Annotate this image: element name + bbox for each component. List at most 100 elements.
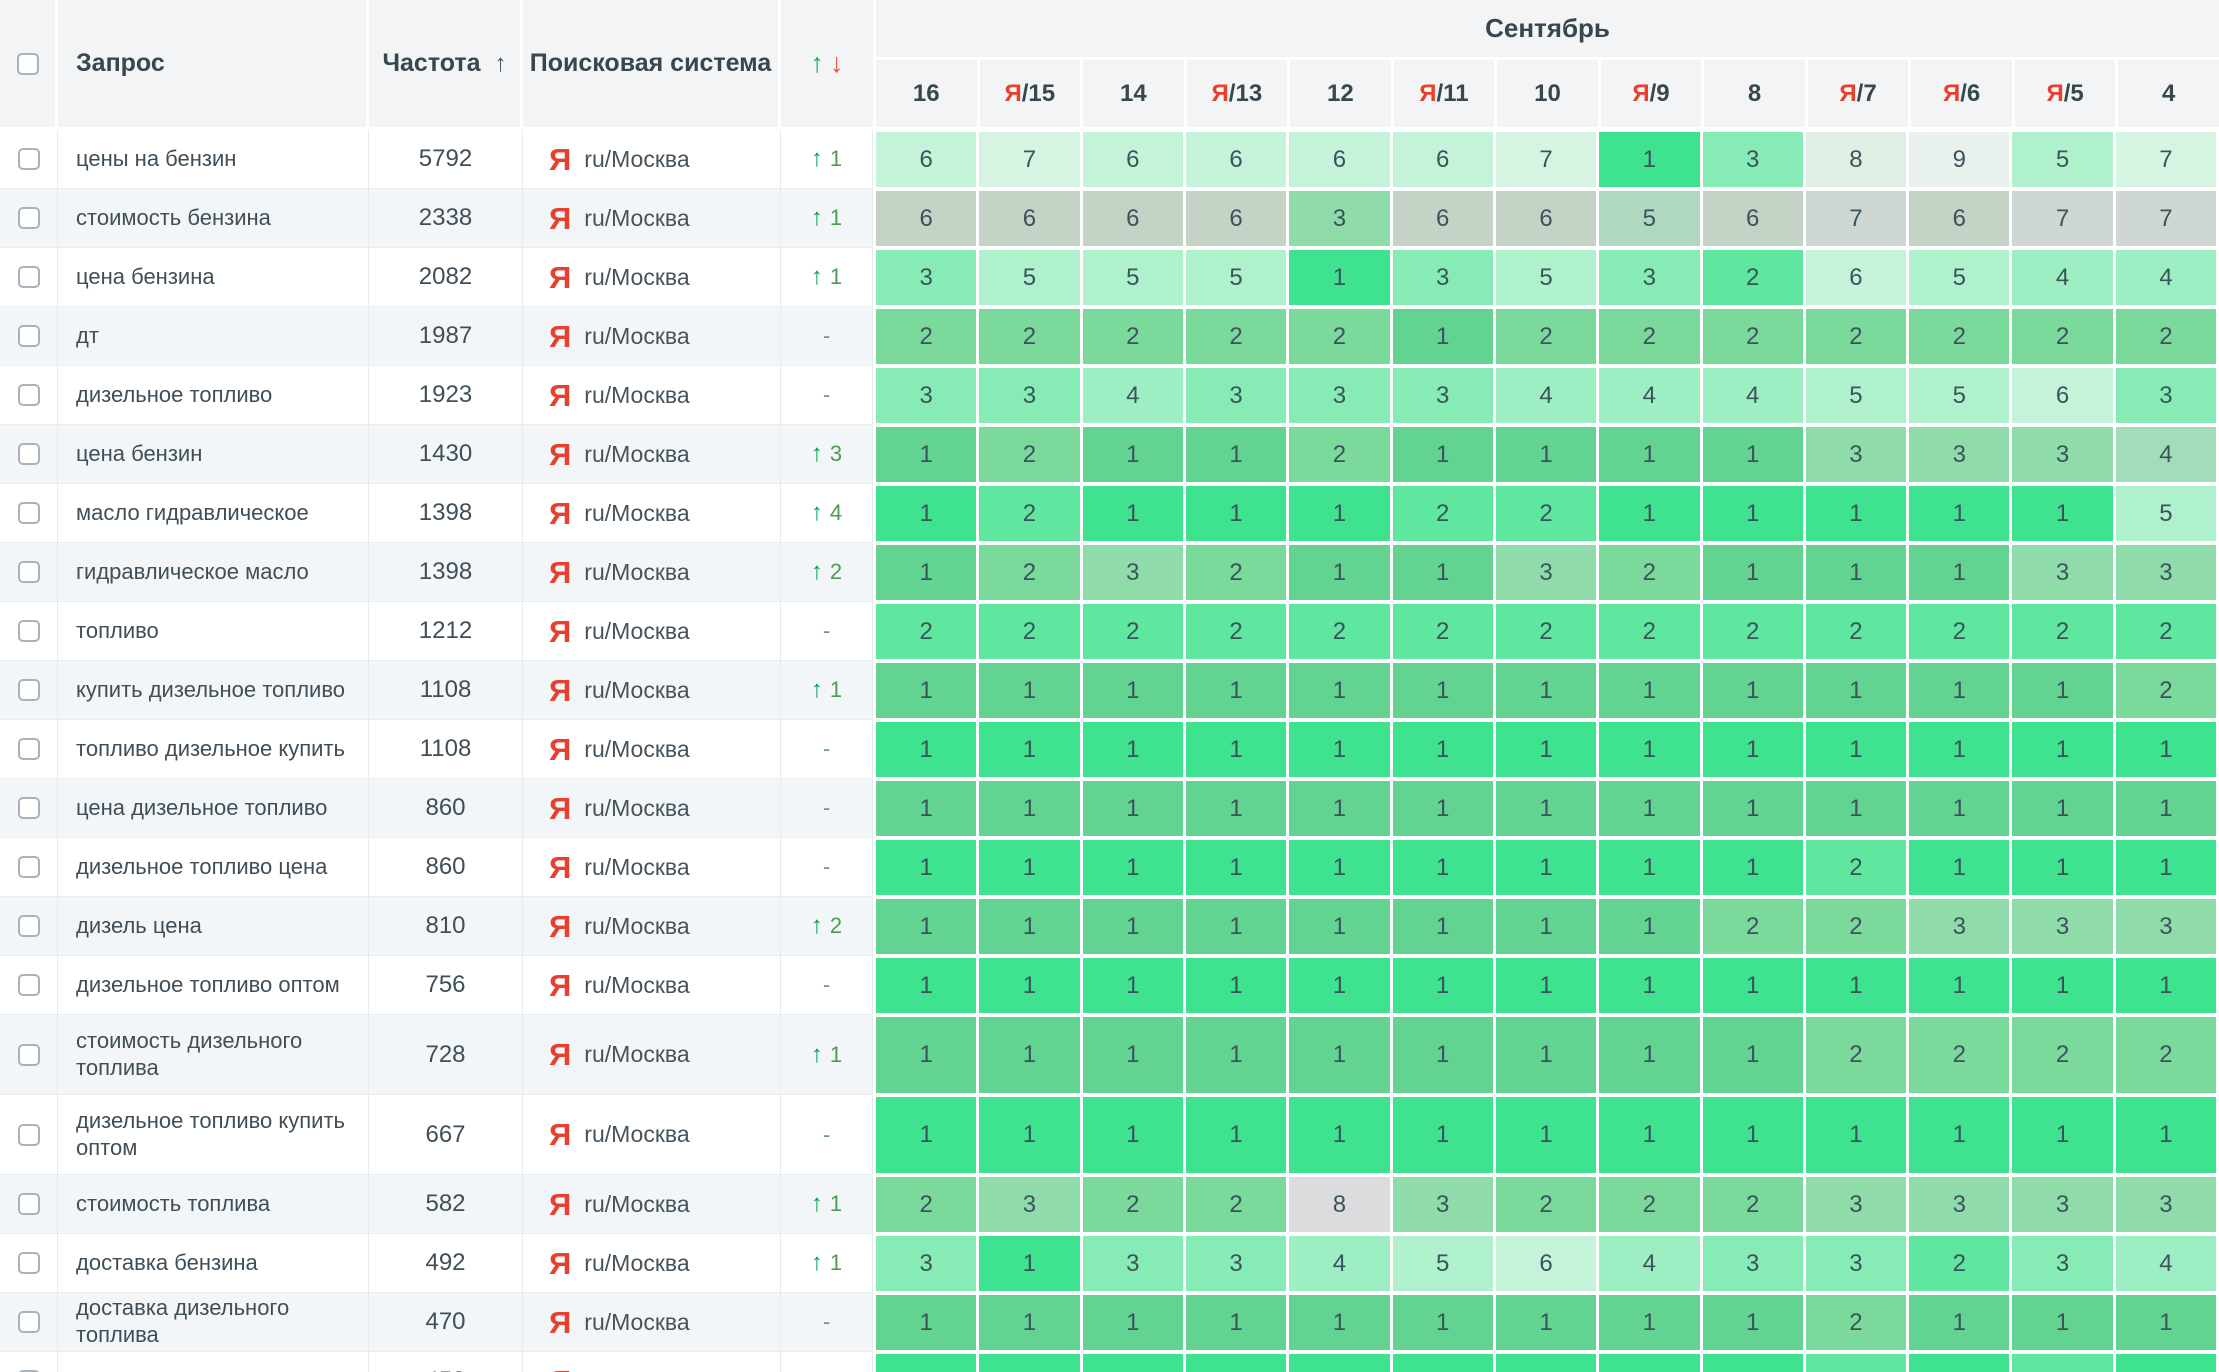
position-cell[interactable]: 2 bbox=[1496, 604, 1596, 659]
position-cell[interactable]: 1 bbox=[1186, 1354, 1286, 1372]
position-cell[interactable]: 7 bbox=[1806, 191, 1906, 246]
position-cell[interactable]: 1 bbox=[1703, 486, 1803, 541]
position-cell[interactable]: 4 bbox=[1496, 368, 1596, 423]
position-cell[interactable]: 1 bbox=[1083, 840, 1183, 895]
position-cell[interactable]: 1 bbox=[1806, 1097, 1906, 1173]
position-cell[interactable]: 1 bbox=[1289, 663, 1389, 718]
query-cell[interactable]: дизельное топливо bbox=[58, 366, 369, 425]
position-cell[interactable]: 1 bbox=[1083, 1097, 1183, 1173]
position-cell[interactable]: 1 bbox=[1909, 545, 2009, 600]
position-cell[interactable]: 1 bbox=[1599, 1097, 1699, 1173]
position-cell[interactable]: 1 bbox=[1393, 722, 1493, 777]
position-cell[interactable]: 2 bbox=[1083, 309, 1183, 364]
position-cell[interactable]: 3 bbox=[2116, 545, 2216, 600]
position-cell[interactable]: 5 bbox=[1806, 368, 1906, 423]
position-cell[interactable]: 1 bbox=[979, 1236, 1079, 1291]
position-cell[interactable]: 3 bbox=[876, 368, 976, 423]
query-cell[interactable]: купить дизельное топливо bbox=[58, 661, 369, 720]
row-checkbox[interactable] bbox=[18, 620, 40, 642]
row-checkbox[interactable] bbox=[18, 148, 40, 170]
frequency-column-header[interactable]: Частота ↑ bbox=[369, 0, 523, 127]
position-cell[interactable]: 2 bbox=[1289, 427, 1389, 482]
position-cell[interactable]: 1 bbox=[1703, 1017, 1803, 1093]
position-cell[interactable]: 3 bbox=[2116, 1177, 2216, 1232]
position-cell[interactable]: 1 bbox=[1599, 840, 1699, 895]
row-checkbox[interactable] bbox=[18, 1311, 40, 1333]
position-cell[interactable]: 1 bbox=[2116, 840, 2216, 895]
position-cell[interactable]: 6 bbox=[1496, 191, 1596, 246]
query-cell[interactable]: дизельное топливо купить оптом bbox=[58, 1095, 369, 1175]
position-cell[interactable]: 1 bbox=[1806, 486, 1906, 541]
position-cell[interactable]: 2 bbox=[1703, 899, 1803, 954]
position-cell[interactable]: 4 bbox=[2116, 427, 2216, 482]
position-cell[interactable]: 2 bbox=[979, 545, 1079, 600]
position-cell[interactable]: 1 bbox=[1393, 1097, 1493, 1173]
position-cell[interactable]: 1 bbox=[2116, 1097, 2216, 1173]
position-cell[interactable]: 3 bbox=[1806, 1236, 1906, 1291]
position-cell[interactable]: 1 bbox=[1599, 132, 1699, 187]
position-cell[interactable]: 2 bbox=[979, 309, 1079, 364]
position-cell[interactable]: 2 bbox=[1186, 604, 1286, 659]
date-header-cell[interactable]: 8 bbox=[1704, 60, 1805, 127]
position-cell[interactable]: 1 bbox=[2012, 663, 2112, 718]
position-cell[interactable]: 1 bbox=[1289, 899, 1389, 954]
position-cell[interactable]: 6 bbox=[876, 191, 976, 246]
position-cell[interactable]: 1 bbox=[1599, 1017, 1699, 1093]
position-cell[interactable]: 1 bbox=[1599, 722, 1699, 777]
position-cell[interactable]: 2 bbox=[1806, 309, 1906, 364]
row-checkbox[interactable] bbox=[18, 679, 40, 701]
position-cell[interactable]: 1 bbox=[1703, 427, 1803, 482]
query-cell[interactable]: купить дизельного топлива bbox=[58, 1352, 369, 1372]
position-cell[interactable]: 1 bbox=[876, 722, 976, 777]
position-cell[interactable]: 1 bbox=[1186, 1097, 1286, 1173]
position-cell[interactable]: 1 bbox=[1806, 958, 1906, 1013]
position-cell[interactable]: 2 bbox=[2012, 604, 2112, 659]
position-cell[interactable]: 1 bbox=[2012, 781, 2112, 836]
position-cell[interactable]: 1 bbox=[876, 1017, 976, 1093]
row-checkbox[interactable] bbox=[18, 974, 40, 996]
position-cell[interactable]: 5 bbox=[1393, 1236, 1493, 1291]
position-cell[interactable]: 6 bbox=[1496, 1236, 1596, 1291]
position-cell[interactable]: 1 bbox=[1909, 486, 2009, 541]
position-cell[interactable]: 2 bbox=[1909, 1017, 2009, 1093]
date-header-cell[interactable]: Я/13 bbox=[1187, 60, 1288, 127]
position-cell[interactable]: 7 bbox=[2012, 191, 2112, 246]
position-cell[interactable]: 2 bbox=[1186, 1177, 1286, 1232]
row-checkbox[interactable] bbox=[18, 502, 40, 524]
row-checkbox[interactable] bbox=[18, 915, 40, 937]
position-cell[interactable]: 1 bbox=[1806, 781, 1906, 836]
position-cell[interactable]: 1 bbox=[2116, 958, 2216, 1013]
position-cell[interactable]: 1 bbox=[1909, 958, 2009, 1013]
position-cell[interactable]: 1 bbox=[979, 899, 1079, 954]
position-cell[interactable]: 1 bbox=[876, 1354, 976, 1372]
query-cell[interactable]: топливо дизельное купить bbox=[58, 720, 369, 779]
position-cell[interactable]: 1 bbox=[1393, 1295, 1493, 1350]
position-cell[interactable]: 2 bbox=[1909, 309, 2009, 364]
position-cell[interactable]: 1 bbox=[1393, 899, 1493, 954]
position-cell[interactable]: 1 bbox=[2116, 1354, 2216, 1372]
query-cell[interactable]: стоимость топлива bbox=[58, 1175, 369, 1234]
position-cell[interactable]: 1 bbox=[979, 663, 1079, 718]
position-cell[interactable]: 1 bbox=[2012, 1097, 2112, 1173]
position-cell[interactable]: 3 bbox=[2012, 1177, 2112, 1232]
date-header-cell[interactable]: 14 bbox=[1083, 60, 1184, 127]
position-cell[interactable]: 1 bbox=[876, 781, 976, 836]
position-cell[interactable]: 1 bbox=[979, 840, 1079, 895]
position-cell[interactable]: 3 bbox=[2012, 899, 2112, 954]
position-cell[interactable]: 2 bbox=[1496, 1177, 1596, 1232]
position-cell[interactable]: 3 bbox=[1806, 1177, 1906, 1232]
position-cell[interactable]: 1 bbox=[2116, 722, 2216, 777]
position-cell[interactable]: 1 bbox=[1393, 958, 1493, 1013]
position-cell[interactable]: 1 bbox=[1703, 781, 1803, 836]
position-cell[interactable]: 4 bbox=[2012, 250, 2112, 305]
position-cell[interactable]: 2 bbox=[1806, 604, 1906, 659]
position-cell[interactable]: 1 bbox=[1909, 722, 2009, 777]
position-cell[interactable]: 2 bbox=[1393, 486, 1493, 541]
position-cell[interactable]: 1 bbox=[979, 1097, 1079, 1173]
position-cell[interactable]: 7 bbox=[2116, 132, 2216, 187]
position-cell[interactable]: 2 bbox=[1909, 604, 2009, 659]
position-cell[interactable]: 1 bbox=[979, 1354, 1079, 1372]
position-cell[interactable]: 1 bbox=[979, 958, 1079, 1013]
position-cell[interactable]: 3 bbox=[2012, 1236, 2112, 1291]
position-cell[interactable]: 3 bbox=[1393, 250, 1493, 305]
